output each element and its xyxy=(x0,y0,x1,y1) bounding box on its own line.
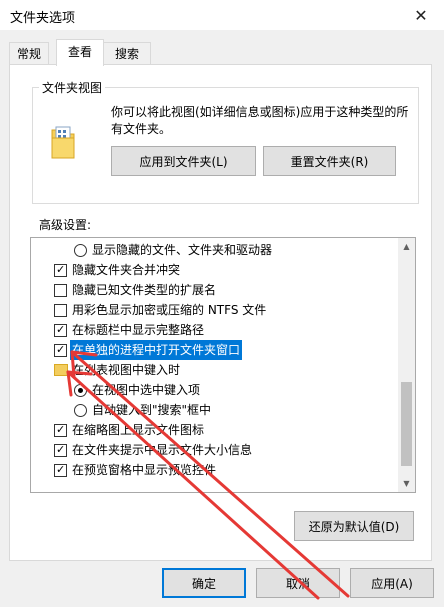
window-title: 文件夹选项 xyxy=(10,11,76,26)
ok-button[interactable]: 确定 xyxy=(162,568,246,598)
restore-defaults-button[interactable]: 还原为默认值(D) xyxy=(294,511,414,541)
tab-search[interactable]: 搜索 xyxy=(103,42,151,66)
color-ntfs-checkbox[interactable] xyxy=(54,304,67,317)
tab-general[interactable]: 常规 xyxy=(9,42,49,66)
folder-view-icon xyxy=(51,126,75,159)
reset-folders-button[interactable]: 重置文件夹(R) xyxy=(263,146,396,176)
list-item-label: 显示隐藏的文件、文件夹和驱动器 xyxy=(92,243,273,257)
hide-merge-conflicts-checkbox[interactable] xyxy=(54,260,67,280)
scroll-up-icon[interactable]: ▲ xyxy=(398,238,415,255)
advanced-settings-list[interactable]: 显示隐藏的文件、文件夹和驱动器 隐藏文件夹合并冲突 隐藏已知文件类型的扩展名 用… xyxy=(30,237,416,493)
tab-view[interactable]: 查看 xyxy=(56,39,104,66)
dialog-footer: 确定 取消 应用(A) xyxy=(0,560,444,607)
folder-views-description: 你可以将此视图(如详细信息或图标)应用于这种类型的所有文件夹。 xyxy=(111,105,409,136)
cancel-button[interactable]: 取消 xyxy=(256,568,340,598)
advanced-settings-label: 高级设置: xyxy=(39,218,92,232)
list-item-label: 在预览窗格中显示预览控件 xyxy=(72,463,217,477)
list-item-label: 在单独的进程中打开文件夹窗口 xyxy=(70,340,243,360)
scrollbar-thumb[interactable] xyxy=(401,382,412,466)
view-tab-panel: 文件夹视图 你可以将此视图(如详细信息或图标)应用于这种类型的所有文件夹。 应用… xyxy=(9,64,432,561)
folder-icon xyxy=(54,364,68,376)
list-item-label: 在文件夹提示中显示文件大小信息 xyxy=(72,443,253,457)
list-scrollbar[interactable]: ▲ ▼ xyxy=(398,238,415,492)
scroll-down-icon[interactable]: ▼ xyxy=(398,475,415,492)
folder-views-group: 文件夹视图 你可以将此视图(如详细信息或图标)应用于这种类型的所有文件夹。 应用… xyxy=(32,79,419,204)
close-icon: ✕ xyxy=(414,5,428,25)
list-item-label: 隐藏文件夹合并冲突 xyxy=(72,263,181,277)
thumbnail-icons-checkbox[interactable] xyxy=(54,420,67,440)
type-into-search-radio[interactable] xyxy=(74,404,87,417)
list-item-label: 在视图中选中键入项 xyxy=(92,383,201,397)
list-item-label: 自动键入到"搜索"框中 xyxy=(92,403,212,417)
full-path-checkbox[interactable] xyxy=(54,320,67,340)
list-item-label: 在缩略图上显示文件图标 xyxy=(72,423,205,437)
list-item-label: 在标题栏中显示完整路径 xyxy=(72,323,205,337)
list-item-label: 隐藏已知文件类型的扩展名 xyxy=(72,283,217,297)
list-item-label: 在列表视图中键入时 xyxy=(72,363,181,377)
list-item-label: 用彩色显示加密或压缩的 NTFS 文件 xyxy=(72,303,267,317)
show-hidden-radio[interactable] xyxy=(74,244,87,257)
close-button[interactable]: ✕ xyxy=(398,0,444,30)
apply-to-folders-button[interactable]: 应用到文件夹(L) xyxy=(111,146,256,176)
select-typed-item-radio[interactable] xyxy=(74,384,87,397)
file-size-tips-checkbox[interactable] xyxy=(54,440,67,460)
preview-handlers-checkbox[interactable] xyxy=(54,460,67,480)
folder-views-label: 文件夹视图 xyxy=(39,79,106,96)
hide-extensions-checkbox[interactable] xyxy=(54,284,67,297)
apply-button[interactable]: 应用(A) xyxy=(350,568,434,598)
separate-process-checkbox[interactable] xyxy=(54,340,67,360)
title-bar: 文件夹选项 ✕ xyxy=(0,0,444,30)
